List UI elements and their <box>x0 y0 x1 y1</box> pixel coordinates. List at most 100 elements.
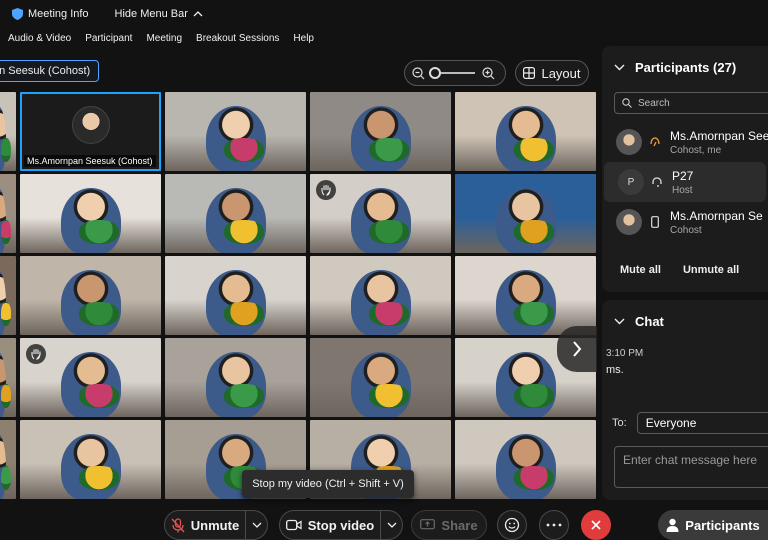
avatar <box>72 106 110 144</box>
participants-toggle-button[interactable]: Participants <box>658 510 768 540</box>
audio-options-caret[interactable] <box>246 510 268 540</box>
participant-name: P27 <box>672 168 694 183</box>
video-tile[interactable] <box>310 174 451 253</box>
more-options-button[interactable] <box>539 510 569 540</box>
share-label: Share <box>441 517 478 533</box>
mute-controls: Mute all Unmute all <box>620 264 739 276</box>
participants-panel-header[interactable]: Participants (27) <box>602 46 768 88</box>
next-page-button[interactable] <box>557 326 597 372</box>
stage-header: an Seesuk (Cohost) Layout <box>0 60 600 88</box>
video-tile[interactable] <box>0 174 16 253</box>
menu-help[interactable]: Help <box>293 33 314 44</box>
zoom-control <box>404 60 506 86</box>
krathong-craft <box>368 383 409 408</box>
chat-panel-header[interactable]: Chat <box>602 300 768 342</box>
menu-breakout-sessions[interactable]: Breakout Sessions <box>196 33 279 44</box>
video-options-caret[interactable] <box>381 510 403 540</box>
participant-row[interactable]: Ms.Amornpan Se Cohost <box>602 202 768 242</box>
video-tile[interactable] <box>0 338 16 417</box>
video-tile[interactable] <box>455 420 596 499</box>
zoom-out-icon[interactable] <box>411 66 425 80</box>
meeting-info-label: Meeting Info <box>28 8 89 20</box>
krathong-craft <box>78 383 119 408</box>
zoom-slider-knob[interactable] <box>429 67 441 79</box>
chat-recipient-select[interactable]: Everyone <box>636 412 768 434</box>
video-tile[interactable] <box>455 256 596 335</box>
menu-meeting[interactable]: Meeting <box>146 33 182 44</box>
video-stage: an Seesuk (Cohost) Layout Ms.Amornpan Se… <box>0 52 600 502</box>
participant-avatar: P <box>618 169 644 195</box>
video-tile[interactable] <box>0 256 16 335</box>
krathong-craft <box>223 383 264 408</box>
video-tile[interactable] <box>165 256 306 335</box>
meeting-toolbar: Unmute Stop video Share Participants <box>0 506 768 540</box>
hide-menu-bar-button[interactable]: Hide Menu Bar <box>115 8 203 20</box>
chat-message-input[interactable]: Enter chat message here <box>614 446 768 488</box>
participant-row[interactable]: Ms.Amornpan Seesuk Cohost, me <box>602 122 768 162</box>
leave-meeting-button[interactable] <box>581 510 611 540</box>
zoom-slider[interactable] <box>429 67 475 79</box>
raised-hand-icon <box>26 344 46 364</box>
layout-label: Layout <box>541 65 581 81</box>
video-tile[interactable] <box>0 92 16 171</box>
video-tile[interactable] <box>310 338 451 417</box>
unmute-all-button[interactable]: Unmute all <box>683 264 739 276</box>
chevron-down-icon <box>387 522 396 528</box>
video-tile[interactable] <box>165 338 306 417</box>
shield-icon <box>12 8 23 20</box>
mobile-phone-icon <box>648 216 662 228</box>
krathong-craft <box>513 383 554 408</box>
menu-audio-video[interactable]: Audio & Video <box>8 33 71 44</box>
video-tile[interactable] <box>455 174 596 253</box>
share-button[interactable]: Share <box>411 510 487 540</box>
active-speaker-chip[interactable]: an Seesuk (Cohost) <box>0 60 100 82</box>
chevron-up-icon <box>193 11 203 17</box>
participants-panel-title: Participants (27) <box>635 59 737 75</box>
unmute-button[interactable]: Unmute <box>164 510 246 540</box>
krathong-craft <box>0 465 12 490</box>
participant-role: Cohost <box>670 224 702 236</box>
menu-participant[interactable]: Participant <box>85 33 132 44</box>
raised-hand-icon <box>316 180 336 200</box>
meeting-info-button[interactable]: Meeting Info <box>12 8 89 20</box>
krathong-craft <box>0 219 12 244</box>
headset-icon <box>650 176 664 188</box>
layout-button[interactable]: Layout <box>515 60 589 86</box>
video-tile[interactable] <box>165 174 306 253</box>
krathong-craft <box>78 219 119 244</box>
chat-panel-title: Chat <box>635 313 664 329</box>
participant-list: Ms.Amornpan Seesuk Cohost, me P P27 Host… <box>602 122 768 242</box>
video-tile[interactable] <box>455 92 596 171</box>
reactions-button[interactable] <box>497 510 527 540</box>
zoom-in-icon[interactable] <box>481 66 495 80</box>
krathong-craft <box>78 301 119 326</box>
krathong-craft <box>368 301 409 326</box>
video-tile[interactable] <box>20 338 161 417</box>
smiley-icon <box>504 517 520 533</box>
video-tile[interactable] <box>165 92 306 171</box>
share-screen-icon <box>420 519 436 530</box>
krathong-craft <box>513 219 554 244</box>
stop-video-button[interactable]: Stop video <box>279 510 381 540</box>
krathong-craft <box>513 465 554 490</box>
chat-message: ms. <box>606 364 624 376</box>
video-tile[interactable] <box>20 420 161 499</box>
participant-name: Ms.Amornpan Se <box>670 208 763 223</box>
menu-bar: Audio & Video Participant Meeting Breako… <box>0 28 600 48</box>
participant-search-placeholder: Search <box>638 97 670 109</box>
active-speaker-label: an Seesuk (Cohost) <box>0 65 91 77</box>
participant-role: Cohost, me <box>670 144 722 156</box>
video-tile[interactable] <box>20 174 161 253</box>
active-video-tile[interactable]: Ms.Amornpan Seesuk (Cohost) <box>20 92 161 171</box>
video-tile[interactable] <box>310 92 451 171</box>
audio-connected-icon <box>648 136 662 148</box>
mute-all-button[interactable]: Mute all <box>620 264 661 276</box>
chevron-down-icon[interactable] <box>614 318 625 325</box>
video-tile[interactable] <box>20 256 161 335</box>
chevron-down-icon[interactable] <box>614 64 625 71</box>
video-tile[interactable] <box>0 420 16 499</box>
stop-video-label: Stop video <box>307 517 375 533</box>
participant-search-input[interactable]: Search <box>614 92 768 114</box>
video-tile[interactable] <box>310 256 451 335</box>
participant-row[interactable]: P P27 Host <box>604 162 766 202</box>
